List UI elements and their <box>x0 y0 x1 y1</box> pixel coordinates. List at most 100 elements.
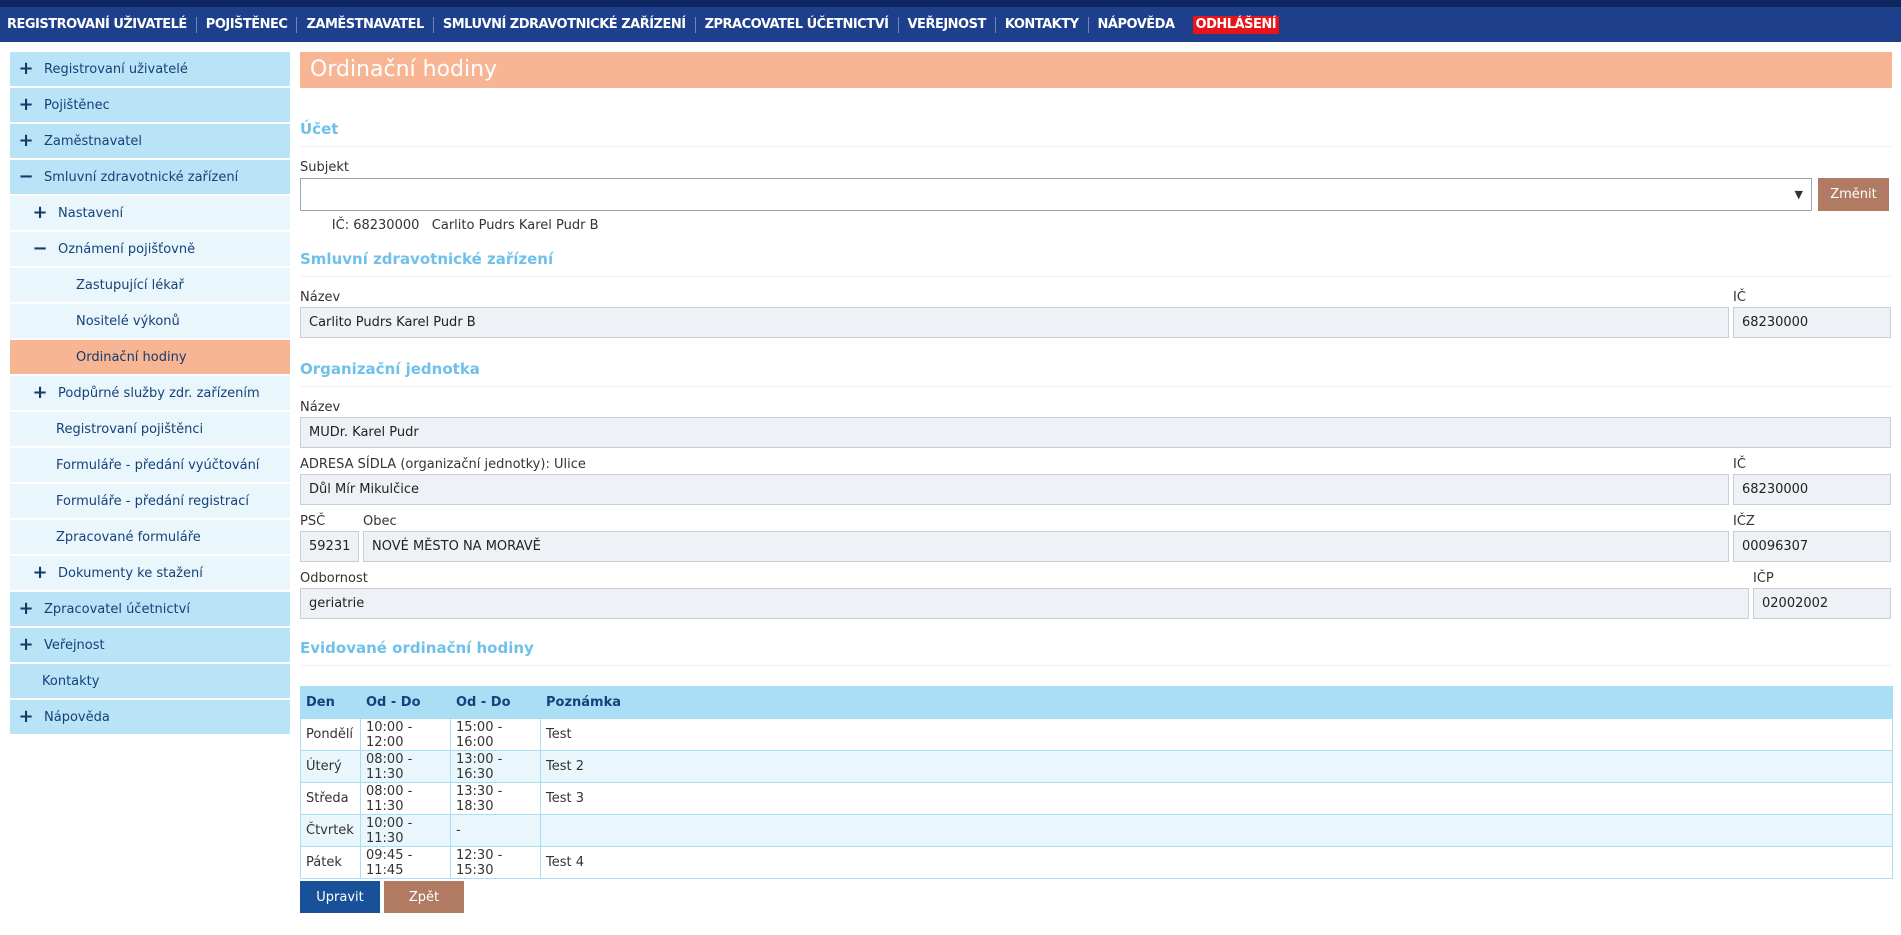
cell-od-do-1: 09:45 - 11:45 <box>360 846 451 879</box>
col-header-od-do-2: Od - Do <box>450 686 541 719</box>
cell-poznamka: Test <box>540 718 1893 751</box>
cell-poznamka: Test 3 <box>540 782 1893 815</box>
edit-button[interactable]: Upravit <box>300 881 380 913</box>
logout-button[interactable]: ODHLÁŠENÍ <box>1192 15 1280 34</box>
cell-od-do-1: 08:00 - 11:30 <box>360 782 451 815</box>
icp-label: IČP <box>1753 571 1774 586</box>
subjekt-selected-value: IČ: 68230000 Carlito Pudrs Karel Pudr B <box>331 218 599 233</box>
szz-nazev-label: Název <box>300 289 1729 306</box>
section-title-hours: Evidované ordinační hodiny <box>300 639 1892 666</box>
szz-ic-label: IČ <box>1733 290 1746 305</box>
cell-poznamka: Test 4 <box>540 846 1893 879</box>
sidebar-item-zpracovane-formulare[interactable]: Zpracované formuláře <box>10 520 290 554</box>
cell-od-do-2: 15:00 - 16:00 <box>450 718 541 751</box>
cell-od-do-1: 10:00 - 12:00 <box>360 718 451 751</box>
oj-ic-label: IČ <box>1733 457 1746 472</box>
sidebar-item-napoveda[interactable]: + Nápověda <box>10 700 290 734</box>
topnav-napoveda[interactable]: NÁPOVĚDA <box>1089 17 1184 33</box>
topnav-registrovani-uzivatele[interactable]: REGISTROVANÍ UŽIVATELÉ <box>4 16 197 33</box>
sidebar-item-label: Nápověda <box>44 709 110 725</box>
cell-den: Pátek <box>300 846 361 879</box>
sidebar-item-smluvni-zarizeni[interactable]: − Smluvní zdravotnické zařízení <box>10 160 290 194</box>
odbornost-label: Odbornost <box>300 571 368 586</box>
topnav-pojistenec[interactable]: POJIŠTĚNEC <box>197 16 298 33</box>
psc-field: 59231 <box>300 531 359 562</box>
sidebar-item-nastaveni[interactable]: + Nastavení <box>10 196 290 230</box>
icz-field: 00096307 <box>1733 531 1891 562</box>
plus-icon: + <box>18 130 34 151</box>
cell-od-do-2: 13:30 - 18:30 <box>450 782 541 815</box>
subjekt-select[interactable]: IČ: 68230000 Carlito Pudrs Karel Pudr B … <box>300 178 1812 233</box>
sidebar-item-nositele-vykonu[interactable]: Nositelé výkonů <box>10 304 290 338</box>
sidebar-item-label: Nositelé výkonů <box>76 313 180 329</box>
topnav-zamestnavatel[interactable]: ZAMĚSTNAVATEL <box>297 16 434 33</box>
main-content: Ordinační hodiny Účet Subjekt IČ: 682300… <box>300 52 1893 913</box>
subjekt-label: Subjekt <box>300 160 349 175</box>
szz-nazev-field: Carlito Pudrs Karel Pudr B <box>300 307 1729 338</box>
table-row: Středa 08:00 - 11:30 13:30 - 18:30 Test … <box>300 782 1893 815</box>
top-strip <box>0 0 1901 7</box>
table-row: Čtvrtek 10:00 - 11:30 - <box>300 814 1893 847</box>
plus-icon: + <box>32 382 48 403</box>
cell-od-do-2: 13:00 - 16:30 <box>450 750 541 783</box>
chevron-down-icon: ▼ <box>1794 188 1803 201</box>
sidebar-item-label: Zaměstnavatel <box>44 133 142 149</box>
cell-od-do-2: - <box>450 814 541 847</box>
cell-den: Úterý <box>300 750 361 783</box>
plus-icon: + <box>18 634 34 655</box>
cell-den: Středa <box>300 782 361 815</box>
section-title-oj: Organizační jednotka <box>300 360 1892 387</box>
cell-od-do-1: 10:00 - 11:30 <box>360 814 451 847</box>
minus-icon: − <box>18 166 34 187</box>
icp-field: 02002002 <box>1753 588 1891 619</box>
plus-icon: + <box>32 562 48 583</box>
oj-nazev-label: Název <box>300 400 341 415</box>
table-row: Pátek 09:45 - 11:45 12:30 - 15:30 Test 4 <box>300 846 1893 879</box>
sidebar-item-formulare-registraci[interactable]: Formuláře - předání registrací <box>10 484 290 518</box>
cell-den: Čtvrtek <box>300 814 361 847</box>
sidebar-item-label: Zpracovatel účetnictví <box>44 601 190 617</box>
sidebar-item-registrovani-pojistenci[interactable]: Registrovaní pojištěnci <box>10 412 290 446</box>
sidebar-item-zpracovatel-ucetnictvi[interactable]: + Zpracovatel účetnictví <box>10 592 290 626</box>
sidebar-item-label: Nastavení <box>58 205 124 221</box>
sidebar-item-label: Zpracované formuláře <box>56 529 201 545</box>
obec-field: NOVÉ MĚSTO NA MORAVĚ <box>363 531 1729 562</box>
top-navigation: REGISTROVANÍ UŽIVATELÉ POJIŠTĚNEC ZAMĚST… <box>0 7 1901 42</box>
sidebar-item-registrovani-uzivatele[interactable]: + Registrovaní uživatelé <box>10 52 290 86</box>
sidebar-item-formulare-vyuctovani[interactable]: Formuláře - předání vyúčtování <box>10 448 290 482</box>
sidebar-item-dokumenty[interactable]: + Dokumenty ke stažení <box>10 556 290 590</box>
adresa-label: ADRESA SÍDLA (organizační jednotky): Uli… <box>300 457 586 472</box>
topnav-smluvni-zarizeni[interactable]: SMLUVNÍ ZDRAVOTNICKÉ ZAŘÍZENÍ <box>434 16 696 33</box>
topnav-verejnost[interactable]: VEŘEJNOST <box>899 16 996 33</box>
sidebar-item-zamestnavatel[interactable]: + Zaměstnavatel <box>10 124 290 158</box>
table-row: Pondělí 10:00 - 12:00 15:00 - 16:00 Test <box>300 718 1893 751</box>
hours-table: Den Od - Do Od - Do Poznámka Pondělí 10:… <box>300 686 1893 879</box>
odbornost-field: geriatrie <box>300 588 1749 619</box>
sidebar-item-label: Smluvní zdravotnické zařízení <box>44 169 239 185</box>
sidebar-item-kontakty[interactable]: Kontakty <box>10 664 290 698</box>
sidebar-item-podpurne-sluzby[interactable]: + Podpůrné služby zdr. zařízením <box>10 376 290 410</box>
topnav-kontakty[interactable]: KONTAKTY <box>996 16 1089 33</box>
sidebar-item-zastupujici-lekar[interactable]: Zastupující lékař <box>10 268 290 302</box>
change-button[interactable]: Změnit <box>1818 178 1889 211</box>
obec-label: Obec <box>363 514 397 529</box>
szz-ic-field: 68230000 <box>1733 307 1891 338</box>
plus-icon: + <box>18 58 34 79</box>
sidebar-item-label: Kontakty <box>42 673 100 689</box>
sidebar-item-label: Dokumenty ke stažení <box>58 565 203 581</box>
oj-ic-field: 68230000 <box>1733 474 1891 505</box>
sidebar-item-label: Zastupující lékař <box>76 277 184 293</box>
sidebar-item-label: Veřejnost <box>44 637 105 653</box>
back-button[interactable]: Zpět <box>384 881 464 913</box>
sidebar-item-verejnost[interactable]: + Veřejnost <box>10 628 290 662</box>
icz-label: IČZ <box>1733 514 1755 529</box>
page-title: Ordinační hodiny <box>300 52 1892 88</box>
sidebar-item-ordinacni-hodiny[interactable]: Ordinační hodiny <box>10 340 290 374</box>
sidebar: + Registrovaní uživatelé + Pojištěnec + Zam… <box>10 52 290 736</box>
sidebar-item-pojistenec[interactable]: + Pojištěnec <box>10 88 290 122</box>
sidebar-item-oznameni-pojistovne[interactable]: − Oznámení pojišťovně <box>10 232 290 266</box>
col-header-den: Den <box>300 686 361 719</box>
sidebar-item-label: Formuláře - předání registrací <box>56 493 249 509</box>
topnav-zpracovatel-ucetnictvi[interactable]: ZPRACOVATEL ÚČETNICTVÍ <box>696 16 899 33</box>
adresa-field: Důl Mír Mikulčice <box>300 474 1729 505</box>
